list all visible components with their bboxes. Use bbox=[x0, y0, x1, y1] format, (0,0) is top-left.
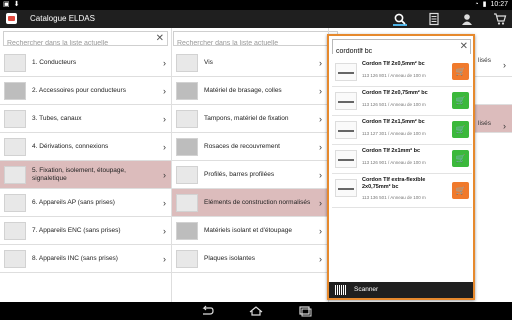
connection-thumbnail bbox=[4, 137, 26, 156]
shopping-cart-icon[interactable] bbox=[493, 12, 507, 26]
third-column-label: lisés bbox=[478, 57, 492, 64]
chevron-right-icon: › bbox=[319, 198, 322, 208]
cable-thumbnail bbox=[335, 121, 357, 139]
chevron-right-icon: › bbox=[163, 58, 166, 68]
add-to-cart-button[interactable]: 🛒 bbox=[452, 92, 469, 109]
list-item[interactable]: 1. Conducteurs › bbox=[0, 49, 172, 77]
ap-device-thumbnail bbox=[4, 193, 26, 212]
recent-apps-icon[interactable] bbox=[295, 304, 315, 318]
system-nav-bar bbox=[0, 302, 512, 320]
scanner-label: Scanner bbox=[354, 286, 379, 293]
product-result[interactable]: Cordon Tlf 2x1mm² bc 113 126 901 / Annea… bbox=[332, 145, 472, 174]
list-item[interactable]: 4. Dérivations, connexions › bbox=[0, 133, 172, 161]
inc-device-thumbnail bbox=[4, 249, 26, 268]
product-result[interactable]: Cordon Tlf 2x0,5mm² bc 113 126 801 / Ann… bbox=[332, 58, 472, 87]
list-item-selected[interactable]: Eléments de construction normalisés › bbox=[172, 189, 328, 217]
product-result[interactable]: Cordon Tlf 2x0,75mm² bc 113 126 501 / An… bbox=[332, 87, 472, 116]
add-to-cart-button[interactable]: 🛒 bbox=[452, 63, 469, 80]
plate-thumbnail bbox=[176, 249, 198, 268]
list-item[interactable]: Tampons, matériel de fixation › bbox=[172, 105, 328, 133]
quick-search-popup: ✕ Cordon Tlf 2x0,5mm² bc 113 126 801 / A… bbox=[327, 34, 475, 300]
conductor-thumbnail bbox=[4, 53, 26, 72]
chevron-right-icon: › bbox=[319, 226, 322, 236]
chevron-right-icon: › bbox=[163, 114, 166, 124]
app-logo-icon bbox=[6, 13, 17, 24]
standard-element-thumbnail bbox=[176, 193, 198, 212]
list-item[interactable]: Profilés, barres profilées › bbox=[172, 161, 328, 189]
chevron-right-icon: › bbox=[163, 142, 166, 152]
list-item-selected[interactable]: 5. Fixation, isolement, étoupage, signal… bbox=[0, 161, 172, 189]
enc-device-thumbnail bbox=[4, 221, 26, 240]
list-item[interactable]: Vis › bbox=[172, 49, 328, 77]
wifi-icon: ◔ bbox=[474, 1, 479, 8]
chevron-right-icon: › bbox=[319, 170, 322, 180]
gallery-icon: ▣ bbox=[3, 1, 10, 8]
cable-thumbnail bbox=[335, 63, 357, 81]
add-to-cart-button[interactable]: 🛒 bbox=[452, 182, 469, 199]
list-item[interactable]: 6. Appareils AP (sans prises) › bbox=[0, 189, 172, 217]
list-item[interactable]: Rosaces de recouvrement › bbox=[172, 133, 328, 161]
clear-search-icon[interactable]: ✕ bbox=[460, 41, 468, 52]
download-icon: ⬇ bbox=[13, 1, 20, 8]
list-item[interactable]: 7. Appareils ENC (sans prises) › bbox=[0, 217, 172, 245]
product-result[interactable]: Cordon Tlf extra-flexible 2x0,75mm² bc 1… bbox=[332, 174, 472, 208]
home-icon[interactable] bbox=[246, 304, 266, 318]
user-account-icon[interactable] bbox=[460, 12, 474, 26]
product-search-field[interactable]: ✕ bbox=[332, 39, 471, 58]
chevron-right-icon: › bbox=[319, 142, 322, 152]
chevron-right-icon: › bbox=[163, 226, 166, 236]
profile-thumbnail bbox=[176, 165, 198, 184]
screw-thumbnail bbox=[176, 53, 198, 72]
cable-thumbnail bbox=[335, 179, 357, 197]
product-search-input[interactable] bbox=[333, 45, 470, 58]
chevron-right-icon: › bbox=[319, 86, 322, 96]
scanner-button[interactable]: Scanner bbox=[329, 282, 473, 298]
rosette-thumbnail bbox=[176, 137, 198, 156]
cable-thumbnail bbox=[335, 92, 357, 110]
clear-search-icon[interactable]: ✕ bbox=[156, 33, 164, 44]
app-title: Catalogue ELDAS bbox=[30, 14, 95, 23]
subcategory-search-field[interactable] bbox=[173, 31, 338, 50]
list-item[interactable]: Matériels isolant et d'étoupage › bbox=[172, 217, 328, 245]
chevron-right-icon: › bbox=[503, 60, 506, 70]
list-document-icon[interactable] bbox=[427, 12, 441, 26]
cable-thumbnail bbox=[335, 150, 357, 168]
chevron-right-icon: › bbox=[319, 58, 322, 68]
back-icon[interactable] bbox=[197, 304, 217, 318]
fixation-thumbnail bbox=[4, 165, 26, 184]
status-bar: ▣ ⬇ ◔ ▮ 10:27 bbox=[0, 0, 512, 10]
status-time: 10:27 bbox=[490, 1, 508, 8]
list-item[interactable]: Plaques isolantes › bbox=[172, 245, 328, 273]
chevron-right-icon: › bbox=[503, 121, 506, 131]
barcode-icon bbox=[335, 285, 347, 295]
accessory-thumbnail bbox=[4, 81, 26, 100]
battery-icon: ▮ bbox=[482, 1, 487, 8]
chevron-right-icon: › bbox=[163, 170, 166, 180]
tube-thumbnail bbox=[4, 109, 26, 128]
list-item[interactable]: 3. Tubes, canaux › bbox=[0, 105, 172, 133]
chevron-right-icon: › bbox=[319, 114, 322, 124]
category-search-field[interactable]: ✕ bbox=[3, 31, 168, 50]
chevron-right-icon: › bbox=[163, 254, 166, 264]
list-item[interactable]: Matériel de brasage, colles › bbox=[172, 77, 328, 105]
product-result[interactable]: Cordon Tlf 2x1,5mm² bc 113 127 301 / Ann… bbox=[332, 116, 472, 145]
chevron-right-icon: › bbox=[163, 198, 166, 208]
search-icon[interactable] bbox=[393, 12, 407, 26]
add-to-cart-button[interactable]: 🛒 bbox=[452, 121, 469, 138]
add-to-cart-button[interactable]: 🛒 bbox=[452, 150, 469, 167]
solder-thumbnail bbox=[176, 81, 198, 100]
list-item[interactable]: 2. Accessoires pour conducteurs › bbox=[0, 77, 172, 105]
app-root: ▣ ⬇ ◔ ▮ 10:27 Catalogue ELDAS ✕ 1. Cond bbox=[0, 0, 512, 320]
category-list: 1. Conducteurs › 2. Accessoires pour cond… bbox=[0, 49, 172, 273]
anchor-thumbnail bbox=[176, 109, 198, 128]
chevron-right-icon: › bbox=[163, 86, 166, 96]
chevron-right-icon: › bbox=[319, 254, 322, 264]
third-column-label: lisés bbox=[478, 120, 492, 127]
subcategory-list: Vis › Matériel de brasage, colles › Tampon… bbox=[172, 49, 328, 273]
list-item[interactable]: 8. Appareils INC (sans prises) › bbox=[0, 245, 172, 273]
action-bar: Catalogue ELDAS bbox=[0, 10, 512, 28]
insulation-thumbnail bbox=[176, 221, 198, 240]
